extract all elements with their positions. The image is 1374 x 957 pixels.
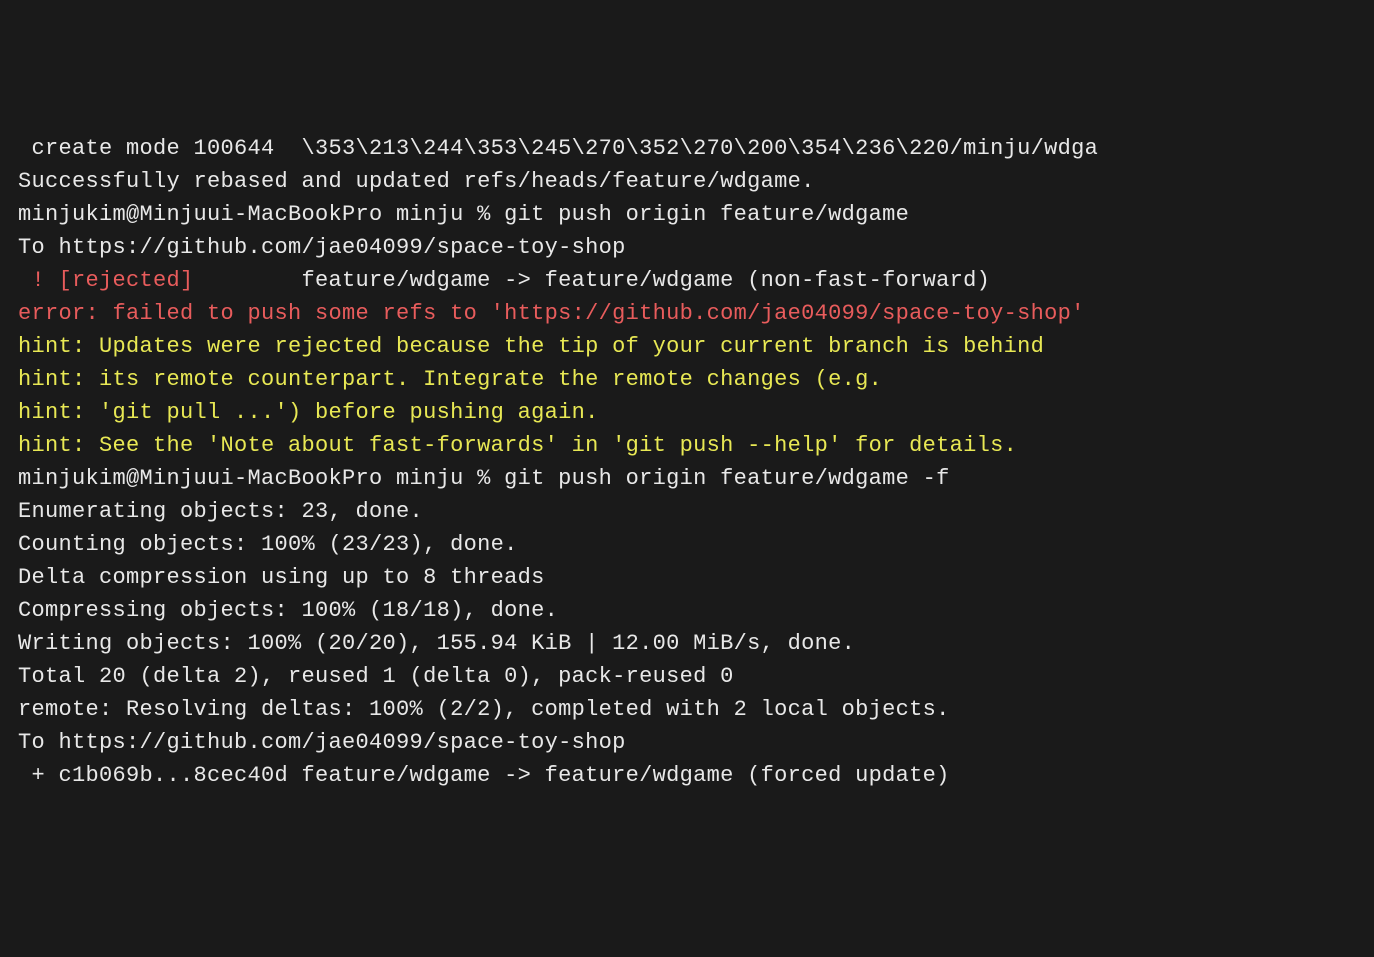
terminal-text-segment: Successfully rebased and updated refs/he… (18, 169, 815, 194)
terminal-text-segment: hint: See the 'Note about fast-forwards'… (18, 433, 1017, 458)
terminal-text-segment: hint: 'git pull ...') before pushing aga… (18, 400, 599, 425)
terminal-line: Writing objects: 100% (20/20), 155.94 Ki… (18, 627, 1356, 660)
terminal-text-segment: minjukim@Minjuui-MacBookPro minju % git … (18, 202, 909, 227)
terminal-text-segment: Enumerating objects: 23, done. (18, 499, 423, 524)
terminal-line: Counting objects: 100% (23/23), done. (18, 528, 1356, 561)
terminal-text-segment: minjukim@Minjuui-MacBookPro minju % git … (18, 466, 950, 491)
terminal-text-segment: Total 20 (delta 2), reused 1 (delta 0), … (18, 664, 734, 689)
terminal-line: hint: its remote counterpart. Integrate … (18, 363, 1356, 396)
terminal-line: minjukim@Minjuui-MacBookPro minju % git … (18, 198, 1356, 231)
terminal-text-segment: hint: its remote counterpart. Integrate … (18, 367, 882, 392)
terminal-line: Successfully rebased and updated refs/he… (18, 165, 1356, 198)
terminal-line: hint: See the 'Note about fast-forwards'… (18, 429, 1356, 462)
terminal-text-segment: To https://github.com/jae04099/space-toy… (18, 235, 626, 260)
terminal-line: To https://github.com/jae04099/space-toy… (18, 231, 1356, 264)
terminal-output[interactable]: create mode 100644 \353\213\244\353\245\… (18, 132, 1356, 792)
terminal-text-segment: hint: Updates were rejected because the … (18, 334, 1044, 359)
terminal-text-segment: Writing objects: 100% (20/20), 155.94 Ki… (18, 631, 855, 656)
terminal-line: Enumerating objects: 23, done. (18, 495, 1356, 528)
terminal-line: create mode 100644 \353\213\244\353\245\… (18, 132, 1356, 165)
terminal-text-segment: Counting objects: 100% (23/23), done. (18, 532, 518, 557)
terminal-text-segment: remote: Resolving deltas: 100% (2/2), co… (18, 697, 950, 722)
terminal-text-segment: error: failed to push some refs to 'http… (18, 301, 1085, 326)
terminal-line: minjukim@Minjuui-MacBookPro minju % git … (18, 462, 1356, 495)
terminal-text-segment: To https://github.com/jae04099/space-toy… (18, 730, 626, 755)
terminal-line: + c1b069b...8cec40d feature/wdgame -> fe… (18, 759, 1356, 792)
terminal-text-segment: Delta compression using up to 8 threads (18, 565, 545, 590)
terminal-line: hint: 'git pull ...') before pushing aga… (18, 396, 1356, 429)
terminal-text-segment: create mode 100644 \353\213\244\353\245\… (18, 136, 1098, 161)
terminal-line: error: failed to push some refs to 'http… (18, 297, 1356, 330)
terminal-line: Compressing objects: 100% (18/18), done. (18, 594, 1356, 627)
terminal-text-segment: feature/wdgame -> feature/wdgame (non-fa… (194, 268, 991, 293)
terminal-line: hint: Updates were rejected because the … (18, 330, 1356, 363)
terminal-line: Delta compression using up to 8 threads (18, 561, 1356, 594)
terminal-text-segment: Compressing objects: 100% (18/18), done. (18, 598, 558, 623)
terminal-line: To https://github.com/jae04099/space-toy… (18, 726, 1356, 759)
terminal-line: remote: Resolving deltas: 100% (2/2), co… (18, 693, 1356, 726)
terminal-text-segment: + c1b069b...8cec40d feature/wdgame -> fe… (18, 763, 950, 788)
terminal-text-segment: ! [rejected] (18, 268, 194, 293)
terminal-line: Total 20 (delta 2), reused 1 (delta 0), … (18, 660, 1356, 693)
terminal-line: ! [rejected] feature/wdgame -> feature/w… (18, 264, 1356, 297)
